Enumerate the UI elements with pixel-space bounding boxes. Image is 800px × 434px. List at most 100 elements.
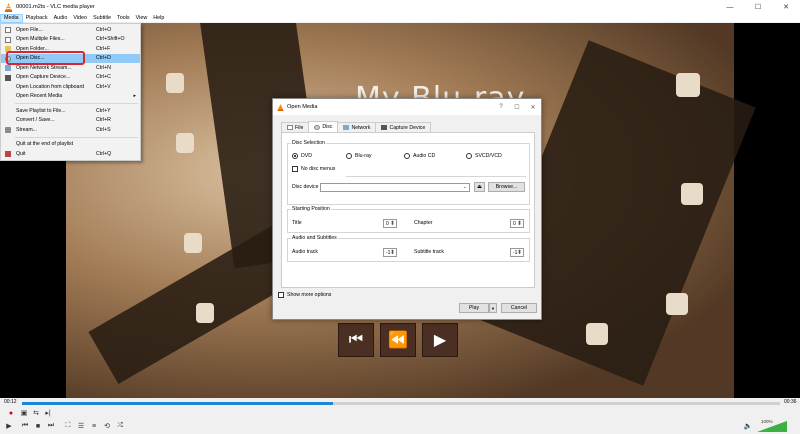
dialog-tabs: File Disc Network Capture Device — [281, 121, 432, 132]
chapter-spinbox[interactable]: 0 — [510, 219, 524, 228]
cancel-button[interactable]: Cancel — [501, 303, 537, 313]
loop-ab-button[interactable]: ⇆ — [31, 408, 41, 418]
audio-track-spinbox[interactable]: -1 — [383, 248, 397, 257]
close-button[interactable]: ✕ — [772, 0, 800, 14]
capture-device-icon — [381, 125, 388, 130]
eject-button[interactable]: ⏏ — [474, 182, 485, 192]
files-icon — [5, 36, 11, 43]
playlist-icon: ≡ — [91, 422, 97, 430]
menu-subtitle[interactable]: Subtitle — [90, 14, 114, 23]
film-hole — [586, 323, 608, 345]
audio-subtitles-group: Audio and Subtitles Audio track -1 Subti… — [287, 235, 530, 262]
previous-button[interactable]: ⏮ — [20, 421, 30, 431]
menu-audio[interactable]: Audio — [51, 14, 71, 23]
dialog-help-button[interactable]: ? — [493, 104, 509, 110]
shuffle-icon: ⤮ — [117, 422, 123, 429]
playlist-button[interactable]: ≡ — [89, 421, 99, 431]
advanced-controls: ● ▣ ⇆ ▸| — [0, 408, 800, 419]
mute-button[interactable]: 🔈 — [743, 421, 753, 431]
previous-icon: ⏮ — [21, 422, 29, 429]
title-spinbox[interactable]: 0 — [383, 219, 397, 228]
minimize-button[interactable]: — — [716, 0, 744, 14]
next-button[interactable]: ⏭ — [46, 421, 56, 431]
dialog-maximize-button[interactable]: ☐ — [509, 104, 525, 111]
tab-disc[interactable]: Disc — [308, 121, 339, 132]
menu-tools[interactable]: Tools — [114, 14, 133, 23]
eject-icon: ⏏ — [477, 184, 482, 190]
tab-file[interactable]: File — [281, 122, 310, 132]
loop-ab-icon: ⇆ — [33, 410, 39, 417]
menu-prev-button[interactable]: ⏮ — [338, 323, 374, 357]
checkbox-no-disc-menus[interactable]: No disc menus — [292, 166, 335, 172]
menu-item-stream[interactable]: Stream... Ctrl+S — [1, 125, 140, 135]
radio-bluray[interactable]: Blu-ray — [346, 153, 371, 159]
film-hole — [681, 183, 703, 205]
disc-device-combo[interactable]: ⌄ — [320, 183, 470, 192]
radio-indicator — [292, 153, 298, 159]
vlc-cone-icon — [4, 2, 13, 12]
volume-slider[interactable]: 100% — [757, 419, 787, 432]
tab-network[interactable]: Network — [337, 122, 377, 132]
menu-item-quit-end-playlist[interactable]: Quit at the end of playlist — [1, 140, 140, 150]
radio-indicator — [404, 153, 410, 159]
disc-device-label: Disc device — [292, 184, 319, 190]
group-label: Starting Position — [291, 206, 331, 212]
snapshot-button[interactable]: ▣ — [19, 408, 29, 418]
fullscreen-icon: ⛶ — [65, 422, 71, 429]
subtitle-track-label: Subtitle track — [414, 249, 444, 255]
submenu-arrow-icon: ▸ — [133, 93, 136, 100]
play-pause-button[interactable]: ▶ — [4, 421, 14, 431]
play-icon: ▶ — [6, 423, 12, 430]
play-dropdown-button[interactable]: ▼ — [489, 303, 497, 313]
seek-progress — [22, 402, 333, 405]
maximize-button[interactable]: ☐ — [744, 0, 772, 14]
browse-button[interactable]: Browse... — [488, 182, 525, 192]
menu-item-open-capture[interactable]: Open Capture Device... Ctrl+C — [1, 73, 140, 83]
fullscreen-button[interactable]: ⛶ — [63, 421, 73, 431]
capture-device-icon — [5, 74, 11, 81]
extended-settings-button[interactable]: ☰ — [76, 421, 86, 431]
tab-capture-device[interactable]: Capture Device — [375, 122, 432, 132]
radio-audio-cd[interactable]: Audio CD — [404, 153, 435, 159]
speaker-icon: 🔈 — [743, 423, 753, 430]
menu-item-convert-save[interactable]: Convert / Save... Ctrl+R — [1, 116, 140, 126]
checkbox-show-more-options[interactable]: Show more options — [278, 292, 331, 298]
radio-svcd-vcd[interactable]: SVCD/VCD — [466, 153, 502, 159]
menu-play-button[interactable]: ▶ — [422, 323, 458, 357]
menu-separator — [15, 103, 138, 104]
dialog-close-button[interactable]: ✕ — [525, 104, 541, 111]
shuffle-button[interactable]: ⤮ — [115, 421, 125, 431]
radio-dvd[interactable]: DVD — [292, 153, 312, 159]
menu-item-quit[interactable]: Quit Ctrl+Q — [1, 149, 140, 159]
record-icon: ● — [8, 409, 14, 417]
menu-item-save-playlist[interactable]: Save Playlist to File... Ctrl+Y — [1, 106, 140, 116]
menu-rewind-button[interactable]: ⏪ — [380, 323, 416, 357]
checkbox-box — [278, 292, 284, 298]
group-label: Audio and Subtitles — [291, 235, 338, 241]
menu-media[interactable]: Media — [0, 13, 23, 23]
dialog-title-bar: Open Media ? ☐ ✕ — [273, 99, 541, 115]
radio-indicator — [346, 153, 352, 159]
play-button[interactable]: Play — [459, 303, 489, 313]
frame-step-button[interactable]: ▸| — [43, 408, 53, 418]
menu-item-open-recent[interactable]: Open Recent Media ▸ — [1, 92, 140, 102]
elapsed-time: 00:12 — [4, 399, 17, 405]
menu-item-open-clipboard[interactable]: Open Location from clipboard Ctrl+V — [1, 82, 140, 92]
title-label: Title — [292, 220, 302, 226]
record-button[interactable]: ● — [6, 408, 16, 418]
menu-help[interactable]: Help — [150, 14, 167, 23]
menu-view[interactable]: View — [133, 14, 151, 23]
menu-item-open-file[interactable]: Open File... Ctrl+O — [1, 25, 140, 35]
film-hole — [666, 293, 688, 315]
menu-video[interactable]: Video — [70, 14, 90, 23]
main-controls: ▶ ⏮ ■ ⏭ ⛶ ☰ ≡ ⟲ ⤮ 🔈 100% — [0, 419, 800, 434]
film-hole — [196, 303, 214, 323]
subtitle-track-spinbox[interactable]: -1 — [510, 248, 524, 257]
vlc-cone-icon — [277, 103, 284, 111]
loop-button[interactable]: ⟲ — [102, 421, 112, 431]
menu-item-open-multiple[interactable]: Open Multiple Files... Ctrl+Shift+O — [1, 35, 140, 45]
seek-slider[interactable] — [22, 402, 780, 405]
network-icon — [343, 125, 350, 130]
menu-playback[interactable]: Playback — [23, 14, 51, 23]
stop-button[interactable]: ■ — [33, 421, 43, 431]
